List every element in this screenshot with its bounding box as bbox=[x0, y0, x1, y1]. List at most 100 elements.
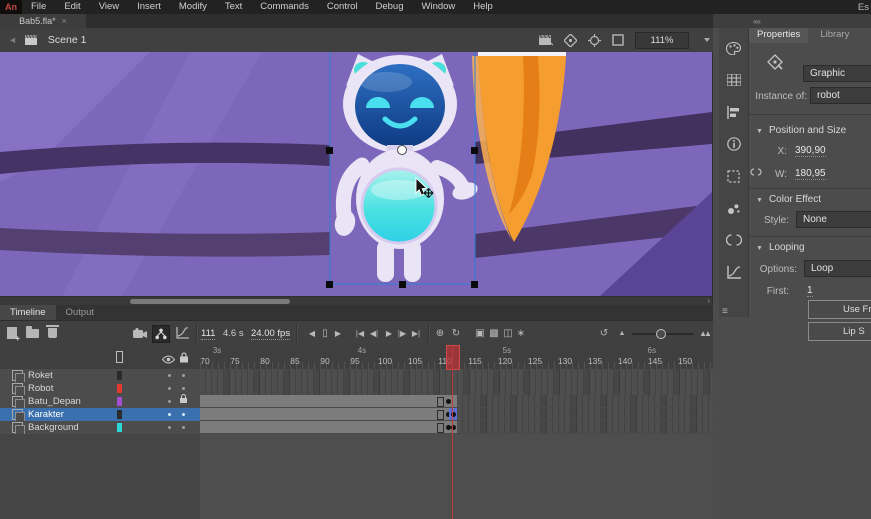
motion-editor-panel-icon[interactable] bbox=[726, 264, 742, 280]
stage-canvas[interactable] bbox=[0, 52, 712, 296]
lip-syncing-button[interactable]: Lip S bbox=[808, 322, 871, 341]
collapse-panels-icon[interactable]: «« bbox=[753, 17, 760, 26]
center-stage-icon[interactable] bbox=[588, 34, 601, 47]
layer-name[interactable]: Karakter bbox=[28, 409, 64, 420]
first-value[interactable]: 1 bbox=[807, 285, 813, 297]
section-position-size[interactable]: ▼Position and Size bbox=[756, 125, 846, 136]
layer-name[interactable]: Background bbox=[28, 422, 79, 433]
layer-row-karakter[interactable]: Karakter bbox=[0, 408, 200, 422]
layer-color-swatch[interactable] bbox=[117, 371, 122, 380]
layer-row-roket[interactable]: Roket bbox=[0, 369, 200, 383]
panel-menu-icon[interactable]: ≡ bbox=[722, 306, 727, 317]
style-dropdown[interactable]: None bbox=[796, 211, 871, 228]
swatches-panel-icon[interactable] bbox=[726, 72, 742, 88]
layer-visibility-toggle[interactable] bbox=[168, 387, 171, 390]
menu-item-debug[interactable]: Debug bbox=[367, 0, 413, 14]
layer-color-swatch[interactable] bbox=[117, 410, 122, 419]
color-panel-icon[interactable] bbox=[726, 40, 742, 56]
menu-item-control[interactable]: Control bbox=[318, 0, 367, 14]
layer-name[interactable]: Batu_Depan bbox=[28, 396, 81, 407]
layer-name[interactable]: Roket bbox=[28, 370, 53, 381]
go-last-frame-icon[interactable]: ▶| bbox=[408, 325, 424, 341]
lock-all-icon[interactable] bbox=[179, 350, 189, 368]
frame-track-roket[interactable] bbox=[200, 369, 713, 383]
show-graphs-button[interactable] bbox=[174, 325, 190, 341]
tab-library[interactable]: Library bbox=[812, 28, 857, 43]
w-value[interactable]: 180,95 bbox=[795, 168, 826, 180]
edit-symbols-icon[interactable] bbox=[564, 34, 577, 47]
layer-lock-toggle[interactable] bbox=[182, 374, 185, 377]
layer-visibility-toggle[interactable] bbox=[168, 426, 171, 429]
timeline-zoom-slider-knob[interactable] bbox=[656, 329, 666, 339]
use-frame-picker-button[interactable]: Use Fra bbox=[808, 300, 871, 319]
layer-row-robot[interactable]: Robot bbox=[0, 382, 200, 396]
new-folder-button[interactable] bbox=[24, 325, 40, 341]
frame-span[interactable] bbox=[200, 395, 457, 407]
close-icon[interactable]: × bbox=[62, 16, 67, 26]
scroll-right-icon[interactable]: › bbox=[707, 296, 710, 305]
current-frame-value[interactable]: 111 bbox=[201, 328, 215, 340]
menu-item-help[interactable]: Help bbox=[464, 0, 502, 14]
timeline-zoom-out-icon[interactable]: ▲ bbox=[614, 325, 630, 341]
layer-name[interactable]: Robot bbox=[28, 383, 53, 394]
layer-row-batu_depan[interactable]: Batu_Depan bbox=[0, 395, 200, 409]
tab-output[interactable]: Output bbox=[56, 305, 105, 320]
delete-layer-button[interactable] bbox=[44, 325, 60, 341]
link-width-height-icon[interactable] bbox=[749, 166, 763, 181]
menu-item-modify[interactable]: Modify bbox=[170, 0, 216, 14]
layer-color-swatch[interactable] bbox=[117, 423, 122, 432]
x-value[interactable]: 390,90 bbox=[795, 145, 826, 157]
layer-lock-icon[interactable] bbox=[180, 398, 187, 403]
layer-visibility-toggle[interactable] bbox=[168, 413, 171, 416]
new-layer-button[interactable] bbox=[4, 325, 20, 341]
menu-item-insert[interactable]: Insert bbox=[128, 0, 170, 14]
menu-item-window[interactable]: Window bbox=[413, 0, 465, 14]
reset-timeline-zoom-icon[interactable]: ↺ bbox=[596, 325, 612, 341]
align-panel-icon[interactable] bbox=[726, 104, 742, 120]
workspace-label[interactable]: Es bbox=[858, 2, 871, 13]
frame-span[interactable] bbox=[200, 408, 457, 420]
layer-lock-toggle[interactable] bbox=[182, 426, 185, 429]
stage-zoom-select[interactable]: 111% bbox=[635, 32, 689, 49]
horizontal-scrollbar-thumb[interactable] bbox=[130, 299, 290, 304]
show-hide-all-icon[interactable] bbox=[162, 351, 175, 369]
frame-track-batu_depan[interactable] bbox=[200, 395, 713, 409]
modify-markers-icon[interactable]: ∗ bbox=[513, 325, 529, 341]
menu-item-text[interactable]: Text bbox=[216, 0, 251, 14]
layer-parenting-button[interactable] bbox=[152, 325, 170, 343]
empty-frames[interactable] bbox=[457, 395, 713, 407]
brush-library-panel-icon[interactable] bbox=[726, 200, 742, 216]
frame-track-robot[interactable] bbox=[200, 382, 713, 396]
loop-dropdown[interactable]: Loop bbox=[804, 260, 871, 277]
layer-lock-toggle[interactable] bbox=[182, 387, 185, 390]
step-forward-icon[interactable]: ▶ bbox=[330, 325, 346, 341]
document-tab[interactable]: Bab5.fla* × bbox=[0, 14, 86, 28]
layer-row-background[interactable]: Background bbox=[0, 421, 200, 435]
layer-color-swatch[interactable] bbox=[117, 397, 122, 406]
section-looping[interactable]: ▼Looping bbox=[756, 242, 805, 253]
edit-scene-icon[interactable] bbox=[539, 34, 553, 46]
chevron-down-icon[interactable] bbox=[704, 38, 710, 42]
back-icon[interactable]: ◄ bbox=[0, 35, 25, 45]
transform-panel-icon[interactable] bbox=[726, 168, 742, 184]
instance-of-field[interactable]: robot bbox=[810, 87, 871, 104]
layer-visibility-toggle[interactable] bbox=[168, 400, 171, 403]
empty-frames[interactable] bbox=[457, 421, 713, 433]
playhead-marker[interactable] bbox=[446, 345, 460, 370]
section-color-effect[interactable]: ▼Color Effect bbox=[756, 194, 821, 205]
menu-item-commands[interactable]: Commands bbox=[251, 0, 318, 14]
layer-visibility-toggle[interactable] bbox=[168, 374, 171, 377]
clip-content-icon[interactable] bbox=[612, 34, 624, 46]
info-panel-icon[interactable] bbox=[726, 136, 742, 152]
camera-button[interactable] bbox=[132, 325, 148, 341]
frame-rate-value[interactable]: 24.00 fps bbox=[251, 328, 290, 340]
menu-item-edit[interactable]: Edit bbox=[55, 0, 89, 14]
prev-frame-icon[interactable]: ◀| bbox=[366, 325, 382, 341]
timeline-zoom-in-icon[interactable]: ▲▲ bbox=[696, 325, 712, 341]
scene-name[interactable]: Scene 1 bbox=[48, 34, 87, 46]
layer-lock-toggle[interactable] bbox=[182, 413, 185, 416]
symbol-type-dropdown[interactable]: Graphic bbox=[803, 65, 871, 82]
frame-track-background[interactable] bbox=[200, 421, 713, 435]
cc-libraries-panel-icon[interactable] bbox=[726, 232, 742, 248]
tab-timeline[interactable]: Timeline bbox=[0, 305, 56, 320]
